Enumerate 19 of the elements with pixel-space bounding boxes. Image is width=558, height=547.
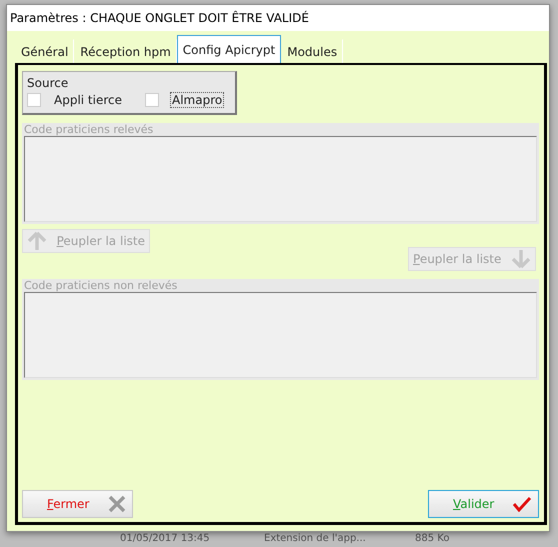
- checkbox[interactable]: [27, 93, 41, 107]
- tab[interactable]: Modules: [281, 39, 344, 63]
- background-text: Extension de l'app...: [264, 533, 366, 545]
- down-arrow-icon: [511, 249, 531, 269]
- tab[interactable]: Général: [15, 39, 74, 63]
- list-title: Code praticiens non relevés: [24, 279, 178, 292]
- checkbox[interactable]: [145, 93, 159, 107]
- background-text: 885 Ko: [415, 533, 450, 545]
- list-title: Code praticiens relevés: [24, 123, 154, 136]
- close-icon: [108, 495, 126, 513]
- background-text: 01/05/2017 13:45: [120, 533, 210, 545]
- group-title: Source: [27, 76, 68, 90]
- up-arrow-icon: [27, 231, 47, 251]
- checkmark-icon: [512, 496, 532, 512]
- tab[interactable]: Config Apicrypt: [176, 35, 282, 63]
- close-button[interactable]: Fermer: [22, 490, 133, 518]
- checkbox-label[interactable]: Almapro: [171, 93, 224, 107]
- checkbox-label[interactable]: Appli tierce: [53, 93, 123, 107]
- window-title: Paramètres : CHAQUE ONGLET DOIT ÊTRE VALIDÉ: [7, 5, 549, 31]
